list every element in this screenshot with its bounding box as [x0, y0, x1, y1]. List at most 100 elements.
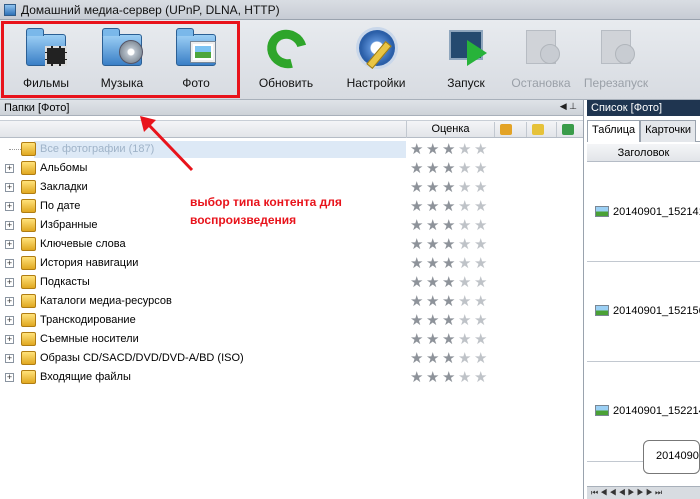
star-icon[interactable]: ★: [474, 351, 490, 366]
star-icon[interactable]: ★: [474, 332, 490, 347]
star-icon[interactable]: ★: [410, 294, 426, 309]
star-icon[interactable]: ★: [410, 237, 426, 252]
star-icon[interactable]: ★: [474, 313, 490, 328]
star-icon[interactable]: ★: [474, 256, 490, 271]
star-icon[interactable]: ★: [410, 275, 426, 290]
star-icon[interactable]: ★: [410, 351, 426, 366]
expand-icon[interactable]: +: [5, 297, 14, 306]
star-icon[interactable]: ★: [442, 294, 458, 309]
movies-button[interactable]: Фильмы: [6, 24, 86, 96]
star-icon[interactable]: ★: [426, 313, 442, 328]
star-icon[interactable]: ★: [458, 332, 474, 347]
star-icon[interactable]: ★: [410, 332, 426, 347]
star-icon[interactable]: ★: [458, 313, 474, 328]
info-column-icon[interactable]: [556, 122, 578, 137]
rating-stars[interactable]: ★ ★ ★ ★ ★: [410, 294, 490, 309]
tab-cards[interactable]: Карточки: [640, 120, 697, 142]
settings-button[interactable]: Настройки: [336, 24, 416, 96]
rating-stars[interactable]: ★ ★ ★ ★ ★: [410, 180, 490, 195]
rating-stars[interactable]: ★ ★ ★ ★ ★: [410, 256, 490, 271]
expand-icon[interactable]: +: [5, 202, 14, 211]
star-icon[interactable]: ★: [426, 218, 442, 233]
expand-icon[interactable]: +: [5, 221, 14, 230]
star-icon[interactable]: ★: [458, 218, 474, 233]
star-icon[interactable]: ★: [474, 275, 490, 290]
star-icon[interactable]: ★: [458, 256, 474, 271]
star-icon[interactable]: ★: [426, 332, 442, 347]
star-icon[interactable]: ★: [458, 351, 474, 366]
key-column-icon[interactable]: [526, 122, 548, 137]
expand-icon[interactable]: +: [5, 259, 14, 268]
tree-item[interactable]: + Входящие файлы ★ ★ ★ ★ ★: [0, 368, 584, 387]
star-icon[interactable]: ★: [426, 180, 442, 195]
rating-column-header[interactable]: Оценка: [406, 121, 494, 138]
star-icon[interactable]: ★: [474, 370, 490, 385]
star-icon[interactable]: ★: [474, 218, 490, 233]
star-icon[interactable]: ★: [442, 351, 458, 366]
star-icon[interactable]: ★: [442, 161, 458, 176]
star-icon[interactable]: ★: [426, 351, 442, 366]
star-icon[interactable]: ★: [410, 370, 426, 385]
star-icon[interactable]: ★: [474, 199, 490, 214]
star-icon[interactable]: ★: [426, 161, 442, 176]
restart-button[interactable]: Перезапуск: [576, 24, 656, 96]
star-icon[interactable]: ★: [410, 180, 426, 195]
expand-icon[interactable]: +: [5, 316, 14, 325]
star-icon[interactable]: ★: [442, 237, 458, 252]
star-icon[interactable]: ★: [442, 218, 458, 233]
star-icon[interactable]: ★: [458, 161, 474, 176]
star-icon[interactable]: ★: [458, 294, 474, 309]
rating-stars[interactable]: ★ ★ ★ ★ ★: [410, 275, 490, 290]
rating-stars[interactable]: ★ ★ ★ ★ ★: [410, 351, 490, 366]
expand-icon[interactable]: +: [5, 335, 14, 344]
list-item[interactable]: 20140901_152141: [587, 162, 700, 262]
star-icon[interactable]: ★: [442, 142, 458, 157]
star-icon[interactable]: ★: [410, 256, 426, 271]
tree-item[interactable]: + Образы CD/SACD/DVD/DVD-A/BD (ISO) ★ ★ ★ ★ ★: [0, 349, 584, 368]
star-icon[interactable]: ★: [442, 370, 458, 385]
rating-stars[interactable]: ★ ★ ★ ★ ★: [410, 332, 490, 347]
star-icon[interactable]: ★: [458, 370, 474, 385]
star-icon[interactable]: ★: [410, 142, 426, 157]
tree-item[interactable]: + Транскодирование ★ ★ ★ ★ ★: [0, 311, 584, 330]
star-icon[interactable]: ★: [474, 142, 490, 157]
tree-item[interactable]: Все фотографии (187) ★ ★ ★ ★ ★: [0, 140, 584, 159]
star-icon[interactable]: ★: [458, 199, 474, 214]
rating-stars[interactable]: ★ ★ ★ ★ ★: [410, 218, 490, 233]
star-icon[interactable]: ★: [474, 237, 490, 252]
star-icon[interactable]: ★: [426, 199, 442, 214]
star-icon[interactable]: ★: [410, 161, 426, 176]
rating-stars[interactable]: ★ ★ ★ ★ ★: [410, 237, 490, 252]
expand-icon[interactable]: +: [5, 240, 14, 249]
star-icon[interactable]: ★: [426, 142, 442, 157]
tree-item[interactable]: + Подкасты ★ ★ ★ ★ ★: [0, 273, 584, 292]
rating-stars[interactable]: ★ ★ ★ ★ ★: [410, 370, 490, 385]
expand-icon[interactable]: +: [5, 183, 14, 192]
stop-button[interactable]: Остановка: [501, 24, 581, 96]
rating-stars[interactable]: ★ ★ ★ ★ ★: [410, 199, 490, 214]
expand-icon[interactable]: +: [5, 373, 14, 382]
star-icon[interactable]: ★: [474, 294, 490, 309]
rating-stars[interactable]: ★ ★ ★ ★ ★: [410, 142, 490, 157]
star-icon[interactable]: ★: [458, 237, 474, 252]
list-item[interactable]: 20140901_152156: [587, 262, 700, 362]
tree-item[interactable]: + Каталоги медиа-ресурсов ★ ★ ★ ★ ★: [0, 292, 584, 311]
start-button[interactable]: Запуск: [426, 24, 506, 96]
star-icon[interactable]: ★: [426, 370, 442, 385]
people-column-icon[interactable]: [494, 122, 516, 137]
star-icon[interactable]: ★: [426, 275, 442, 290]
star-icon[interactable]: ★: [410, 313, 426, 328]
star-icon[interactable]: ★: [426, 237, 442, 252]
panel-pin-icon[interactable]: ◀ ⊥: [560, 101, 577, 112]
star-icon[interactable]: ★: [426, 294, 442, 309]
tree-item[interactable]: + История навигации ★ ★ ★ ★ ★: [0, 254, 584, 273]
refresh-button[interactable]: Обновить: [246, 22, 326, 96]
star-icon[interactable]: ★: [474, 161, 490, 176]
star-icon[interactable]: ★: [474, 180, 490, 195]
star-icon[interactable]: ★: [458, 142, 474, 157]
star-icon[interactable]: ★: [442, 256, 458, 271]
star-icon[interactable]: ★: [426, 256, 442, 271]
expand-icon[interactable]: +: [5, 278, 14, 287]
title-column-header[interactable]: Заголовок: [587, 144, 700, 162]
tab-table[interactable]: Таблица: [587, 120, 641, 142]
